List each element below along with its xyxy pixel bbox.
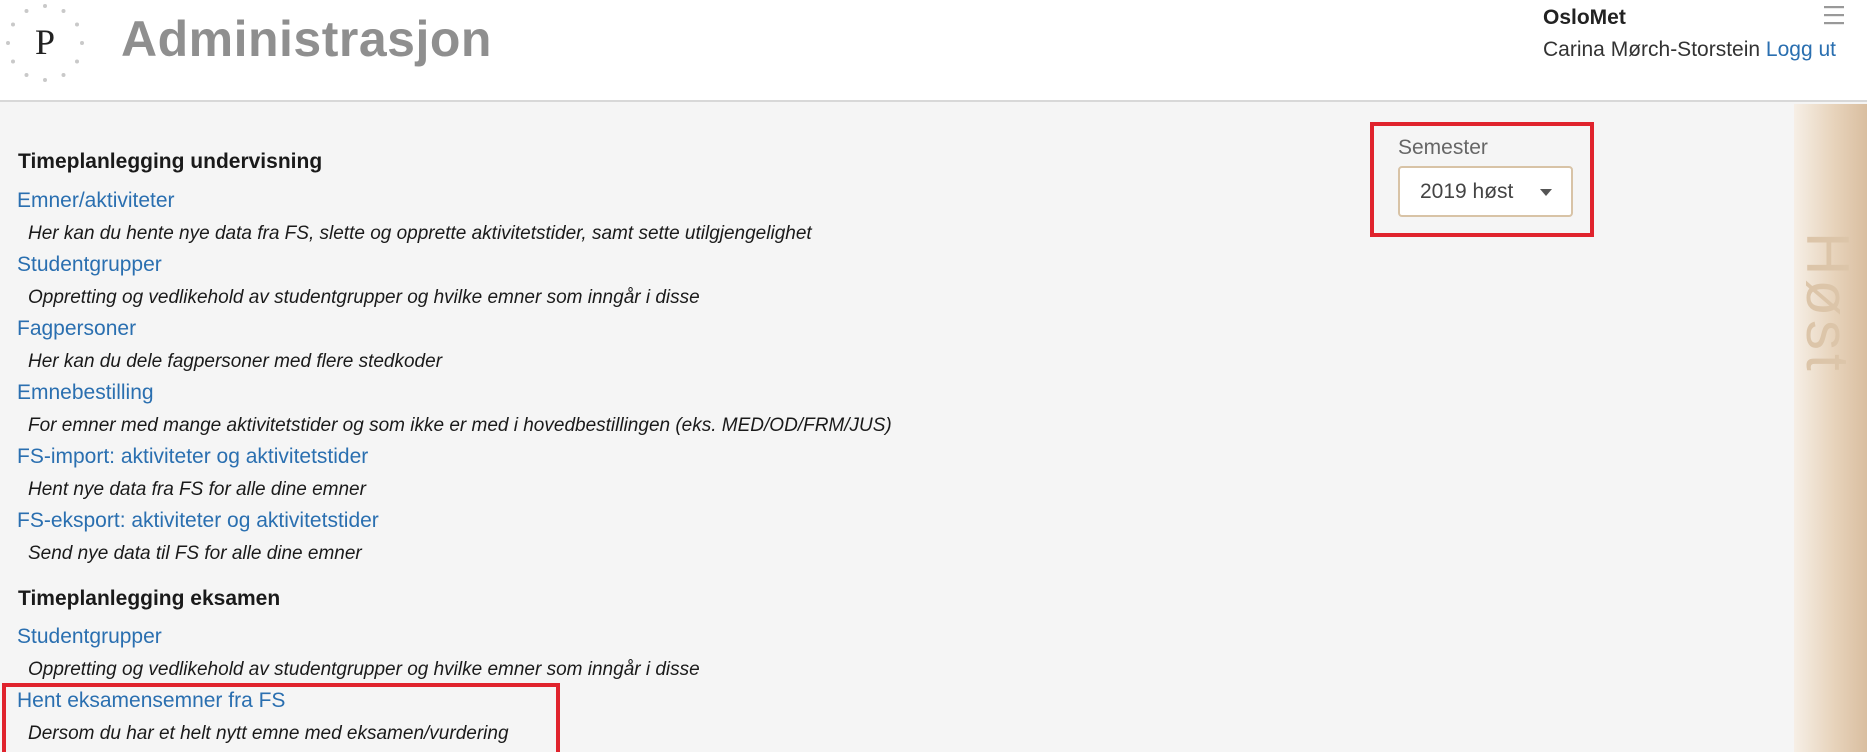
link-fagpersoner[interactable]: Fagpersoner <box>17 317 136 341</box>
desc-fs-eksport: Send nye data til FS for alle dine emner <box>28 543 362 564</box>
hamburger-menu-icon[interactable] <box>1822 3 1846 27</box>
desc-fagpersoner: Her kan du dele fagpersoner med flere st… <box>28 351 443 372</box>
link-eksamen-studentgrupper[interactable]: Studentgrupper <box>17 625 162 649</box>
link-studentgrupper[interactable]: Studentgrupper <box>17 253 162 277</box>
season-side-banner <box>1794 104 1867 752</box>
desc-eksamen-studentgrupper: Oppretting og vedlikehold av studentgrup… <box>28 659 700 680</box>
app-header: P Administrasjon OsloMet Carina Mørch-St… <box>0 0 1867 102</box>
section-title-undervisning: Timeplanlegging undervisning <box>18 150 323 173</box>
link-fs-eksport[interactable]: FS-eksport: aktiviteter og aktivitetstid… <box>17 509 379 533</box>
highlight-box-hent-eksamensemner <box>2 683 560 752</box>
link-fs-import[interactable]: FS-import: aktiviteter og aktivitetstide… <box>17 445 368 469</box>
section-title-eksamen: Timeplanlegging eksamen <box>18 587 281 610</box>
desc-fs-import: Hent nye data fra FS for alle dine emner <box>28 479 366 500</box>
desc-studentgrupper: Oppretting og vedlikehold av studentgrup… <box>28 287 700 308</box>
desc-emner-aktiviteter: Her kan du hente nye data fra FS, slette… <box>28 223 812 244</box>
user-name: Carina Mørch-Storstein <box>1543 38 1761 61</box>
organization-name: OsloMet <box>1543 6 1626 29</box>
page-title: Administrasjon <box>121 11 492 67</box>
desc-emnebestilling: For emner med mange aktivitetstider og s… <box>28 415 892 436</box>
logo-letter: P <box>35 22 55 62</box>
link-emnebestilling[interactable]: Emnebestilling <box>17 381 154 405</box>
user-info: Carina Mørch-Storstein Logg ut <box>1543 38 1836 62</box>
logo[interactable]: P <box>4 2 86 84</box>
logout-link[interactable]: Logg ut <box>1766 38 1836 61</box>
link-emner-aktiviteter[interactable]: Emner/aktiviteter <box>17 189 175 213</box>
highlight-box-semester <box>1370 122 1594 237</box>
season-banner-text: Høst <box>1794 232 1861 375</box>
